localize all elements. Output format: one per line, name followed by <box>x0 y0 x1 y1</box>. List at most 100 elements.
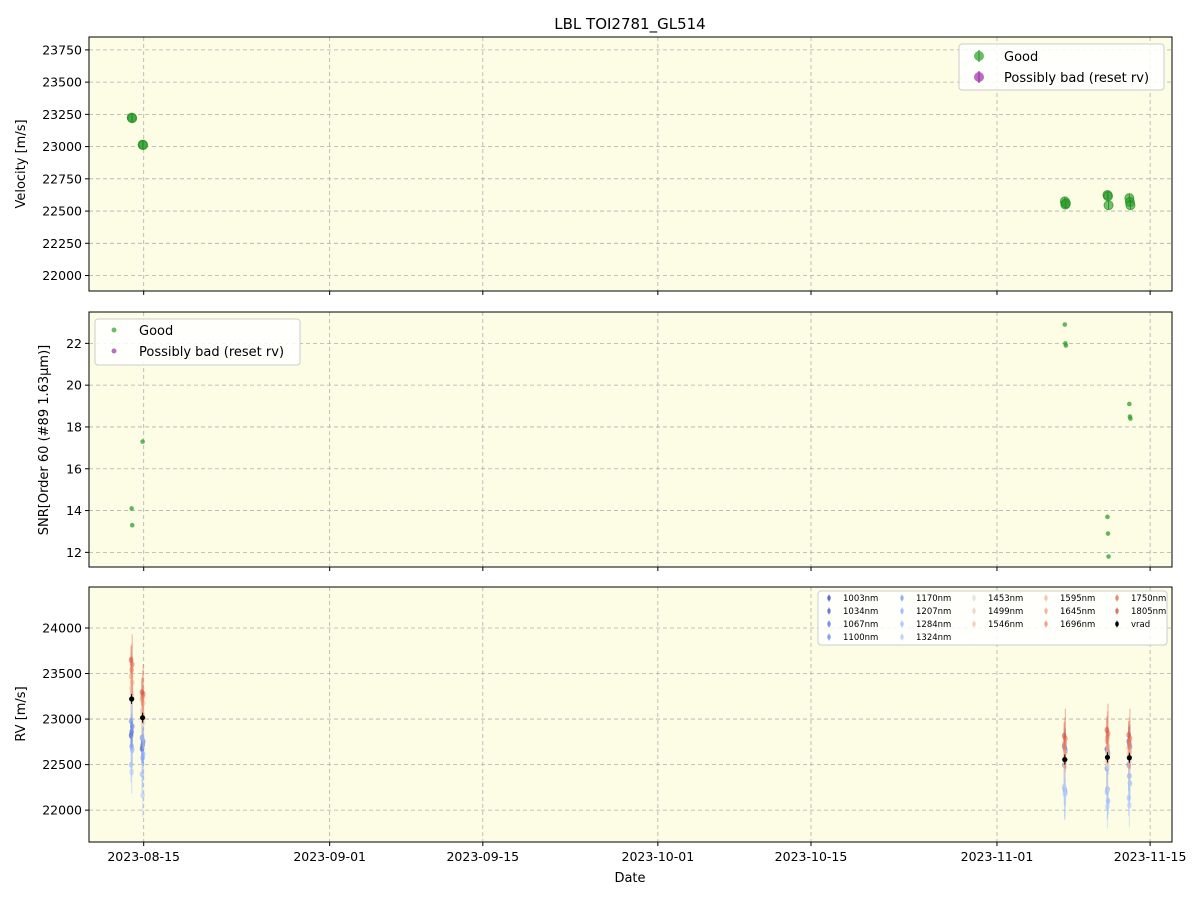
rv-legend-marker-1645nm <box>1044 608 1048 614</box>
rv-point <box>129 768 134 776</box>
velocity-point <box>138 140 149 151</box>
snr-y-label: SNR[Order 60 (#89 1.63μm)] <box>37 345 52 536</box>
x-tick-label: 2023-08-15 <box>107 849 180 864</box>
snr-legend-bad-marker <box>111 348 117 354</box>
snr-ytick-label: 14 <box>66 503 82 518</box>
snr-point <box>1063 343 1069 348</box>
rv-legend-marker-1453nm <box>972 595 976 601</box>
rv-legend-label-1453nm: 1453nm <box>988 594 1023 604</box>
rv-point <box>128 656 134 664</box>
snr-point <box>1062 322 1068 327</box>
velocity-y-ticks: 22000 22250 22500 22750 23000 23250 23500 23750 <box>42 42 89 283</box>
vrad-point <box>1104 754 1111 760</box>
rv-legend-label-1324nm: 1324nm <box>916 633 951 643</box>
rv-x-ticks: 2023-08-15 2023-09-01 2023-09-15 2023-10-01… <box>107 842 1186 864</box>
snr-point <box>129 522 135 528</box>
vrad-point <box>1062 756 1068 763</box>
x-tick-label: 2023-10-01 <box>622 849 695 864</box>
velocity-legend: Good Possibly bad (reset rv) <box>958 43 1165 91</box>
rv-ytick-label: 23000 <box>42 712 82 727</box>
rv-point <box>1127 801 1132 809</box>
rv-legend-label-1284nm: 1284nm <box>916 620 951 630</box>
rv-legend-marker-1324nm <box>900 634 904 640</box>
rv-legend-label-1034nm: 1034nm <box>843 607 878 617</box>
velocity-point <box>1103 191 1114 202</box>
snr-ytick-label: 16 <box>66 461 82 476</box>
rv-legend-marker-1546nm <box>972 621 976 627</box>
snr-x-ticks <box>143 567 1151 571</box>
snr-point <box>1105 514 1110 520</box>
velocity-y-label: Velocity [m/s] <box>14 119 29 208</box>
rv-legend-label-1170nm: 1170nm <box>916 594 951 604</box>
rv-legend-label-1067nm: 1067nm <box>843 620 878 630</box>
rv-legend-marker-1750nm <box>1115 595 1119 601</box>
rv-legend-label-1750nm: 1750nm <box>1131 594 1166 604</box>
chart-title: LBL TOI2781_GL514 <box>554 15 705 34</box>
velocity-ytick-label: 22500 <box>42 204 82 219</box>
rv-legend-marker-1067nm <box>827 621 831 627</box>
rv-legend-marker-1003nm <box>827 595 831 601</box>
figure: LBL TOI2781_GL514 22000 22250 22500 22750 23… <box>14 15 1186 886</box>
velocity-point <box>1125 200 1136 211</box>
rv-point <box>1126 731 1132 739</box>
x-tick-label: 2023-11-15 <box>1114 849 1187 864</box>
velocity-point <box>1060 198 1071 209</box>
snr-point <box>140 439 145 444</box>
x-tick-label: 2023-10-15 <box>775 849 848 864</box>
velocity-panel: 22000 22250 22500 22750 23000 23250 23500 23750… <box>14 36 1173 295</box>
rv-legend-label-1645nm: 1645nm <box>1060 607 1095 617</box>
rv-legend-marker-1805nm <box>1115 608 1119 614</box>
snr-legend-bad-label: Possibly bad (reset rv) <box>139 345 284 360</box>
rv-legend-marker-1207nm <box>900 608 904 614</box>
velocity-ytick-label: 22250 <box>42 236 82 251</box>
snr-panel: 121416182022 SNR[Order 60 (#89 1.63μm)] … <box>37 311 1173 571</box>
rv-legend-label-1546nm: 1546nm <box>988 620 1023 630</box>
rv-point <box>140 791 145 799</box>
snr-legend: Good Possibly bad (reset rv) <box>94 318 301 366</box>
rv-point <box>1104 726 1110 734</box>
rv-ytick-label: 22500 <box>42 757 82 772</box>
rv-point <box>1061 732 1067 740</box>
rv-legend: 1003nm 1034nm 1067nm 1100nm 1170nm 1207nm 1284… <box>817 590 1168 646</box>
rv-legend-marker-1034nm <box>827 608 831 614</box>
rv-point <box>1105 803 1110 810</box>
velocity-ytick-label: 23250 <box>42 107 82 122</box>
rv-legend-label-1207nm: 1207nm <box>916 607 951 617</box>
velocity-ytick-label: 23500 <box>42 75 82 90</box>
velocity-point <box>1103 200 1114 211</box>
x-axis-label: Date <box>614 871 645 886</box>
snr-y-ticks: 12 14 16 18 20 22 <box>66 336 89 560</box>
rv-legend-marker-1100nm <box>827 634 831 640</box>
rv-legend-marker-1284nm <box>900 621 904 627</box>
rv-panel: 2200022500230002350024000 2023-08-15 2023… <box>14 586 1186 864</box>
velocity-ytick-label: 22750 <box>42 171 82 186</box>
rv-legend-label-1805nm: 1805nm <box>1131 607 1166 617</box>
x-tick-label: 2023-09-15 <box>446 849 519 864</box>
legend-bad-label: Possibly bad (reset rv) <box>1004 71 1149 86</box>
rv-legend-label-1100nm: 1100nm <box>843 633 878 643</box>
vrad-point <box>140 715 146 721</box>
legend-good-marker <box>974 51 984 61</box>
legend-good-label: Good <box>1004 50 1038 65</box>
snr-ytick-label: 12 <box>66 545 82 560</box>
snr-point <box>1106 554 1111 559</box>
snr-ytick-label: 20 <box>66 378 82 393</box>
velocity-point <box>127 113 138 124</box>
rv-legend-label-vrad: vrad <box>1131 620 1150 630</box>
rv-legend-marker-1595nm <box>1044 595 1048 601</box>
x-tick-label: 2023-09-01 <box>293 849 366 864</box>
rv-legend-label-1003nm: 1003nm <box>843 594 878 604</box>
snr-ytick-label: 22 <box>66 336 82 351</box>
snr-legend-good-marker <box>111 327 117 333</box>
velocity-ytick-label: 23000 <box>42 139 82 154</box>
rv-y-ticks: 22000 22500 23000 23500 24000 <box>42 620 89 818</box>
vrad-point <box>129 696 135 702</box>
rv-legend-label-1696nm: 1696nm <box>1060 620 1095 630</box>
rv-point <box>139 688 145 696</box>
velocity-ytick-label: 22000 <box>42 268 82 283</box>
rv-y-label: RV [m/s] <box>14 686 29 741</box>
rv-ytick-label: 22000 <box>42 803 82 818</box>
legend-bad-marker <box>974 72 984 82</box>
rv-ytick-label: 23500 <box>42 666 82 681</box>
velocity-ytick-label: 23750 <box>42 42 82 57</box>
